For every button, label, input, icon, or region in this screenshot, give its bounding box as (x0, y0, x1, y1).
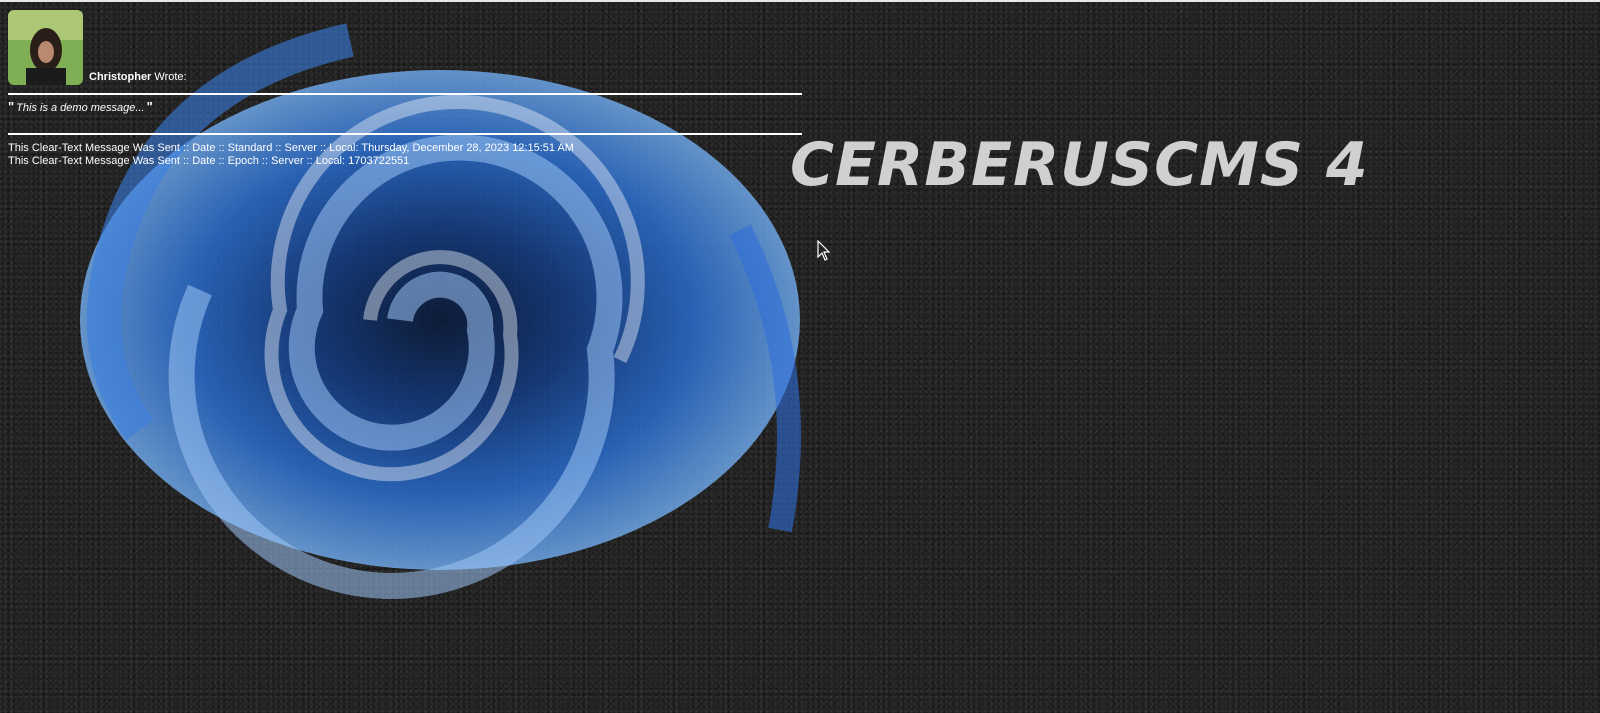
quote-open-mark: " (8, 99, 15, 114)
avatar-image (8, 10, 83, 85)
divider (8, 93, 802, 95)
user-avatar (8, 10, 83, 85)
message-panel: Christopher Wrote: " This is a demo messa… (8, 10, 802, 168)
sent-info: This Clear-Text Message Was Sent :: Date… (8, 142, 802, 168)
mouse-pointer-icon (817, 240, 831, 261)
quote-text: This is a demo message... (16, 102, 145, 114)
sent-standard-line: This Clear-Text Message Was Sent :: Date… (8, 142, 574, 154)
divider (8, 133, 802, 135)
sent-epoch-line: This Clear-Text Message Was Sent :: Date… (8, 155, 410, 167)
author-line: Christopher Wrote: (89, 71, 187, 84)
author-row: Christopher Wrote: (8, 10, 802, 85)
author-name: Christopher (89, 71, 152, 83)
top-border (0, 0, 1600, 2)
wrote-label: Wrote: (154, 71, 187, 83)
quoted-message: " This is a demo message... " (8, 100, 802, 115)
quote-close-mark: " (146, 99, 153, 114)
brand-title: CERBERUSCMS 4 (790, 130, 1369, 200)
